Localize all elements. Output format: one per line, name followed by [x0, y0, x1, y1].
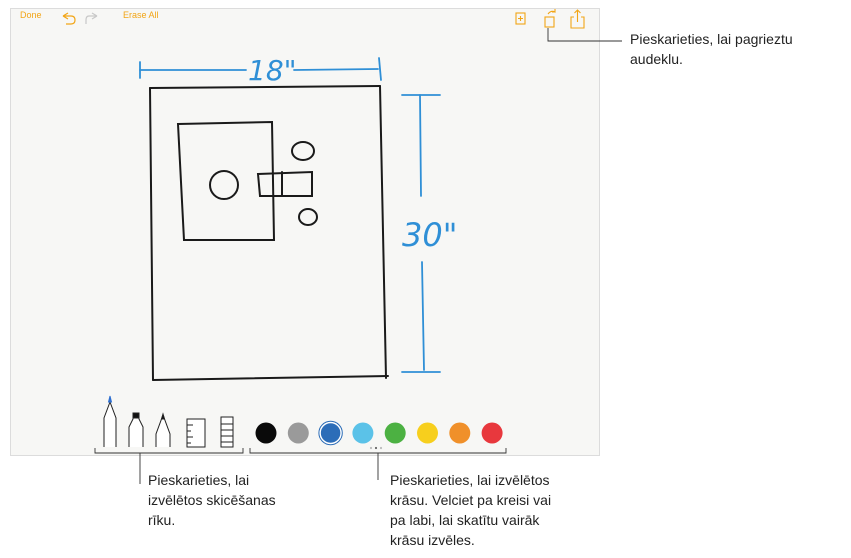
rotate-callout-line-1: Pieskarieties, lai pagrieztu [630, 31, 793, 47]
colors-callout-line-1: Pieskarieties, lai izvēlētos [390, 472, 550, 488]
rotate-callout-line-2: audeklu. [630, 51, 683, 67]
sketch-canvas[interactable] [10, 8, 600, 456]
colors-callout: Pieskarieties, lai izvēlētos krāsu. Velc… [390, 470, 551, 550]
tools-callout-line-1: Pieskarieties, lai [148, 472, 250, 488]
rotate-callout: Pieskarieties, lai pagrieztu audeklu. [630, 29, 793, 69]
tools-callout-line-2: izvēlētos skicēšanas [148, 492, 276, 508]
erase-all-button[interactable]: Erase All [123, 10, 159, 20]
colors-callout-line-4: krāsu izvēles. [390, 532, 475, 548]
tools-callout: Pieskarieties, lai izvēlētos skicēšanas … [148, 470, 276, 530]
colors-callout-line-2: krāsu. Velciet pa kreisi vai [390, 492, 552, 508]
tools-callout-line-3: rīku. [148, 512, 176, 528]
done-button[interactable]: Done [20, 10, 42, 20]
colors-callout-line-3: pa labi, lai skatītu vairāk [390, 512, 540, 528]
